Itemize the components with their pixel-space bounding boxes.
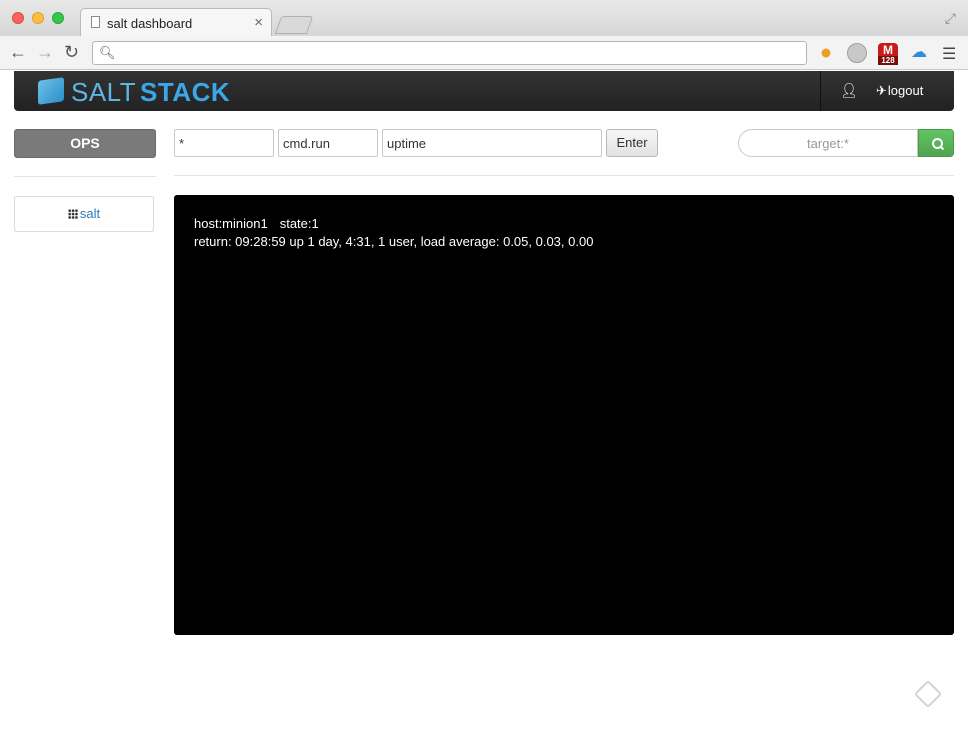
- arguments-input[interactable]: [382, 129, 602, 157]
- brand-salt[interactable]: SALT: [71, 77, 136, 108]
- fullscreen-icon[interactable]: ⤢: [945, 10, 956, 27]
- output-return-line: return: 09:28:59 up 1 day, 4:31, 1 user,…: [194, 234, 594, 249]
- gmail-letter: M: [883, 43, 893, 57]
- window-maximize-button[interactable]: [52, 12, 64, 24]
- ops-button[interactable]: OPS: [14, 129, 156, 158]
- sidebar-item-salt[interactable]: salt: [14, 196, 154, 232]
- brand-stack[interactable]: STACK: [140, 77, 230, 108]
- output-host-line: host:minion1 state:1: [194, 215, 934, 233]
- output-console: host:minion1 state:1 return: 09:28:59 up …: [174, 195, 954, 635]
- search-button[interactable]: [918, 129, 954, 157]
- navbar-divider: [820, 71, 821, 111]
- forward-icon[interactable]: →: [36, 42, 54, 62]
- user-icon[interactable]: 👤︎: [840, 82, 858, 99]
- globe-extension-icon[interactable]: [847, 43, 867, 63]
- enter-button[interactable]: Enter: [606, 129, 658, 157]
- logout-label: logout: [887, 83, 924, 98]
- watermark-icon: [913, 679, 943, 709]
- function-input[interactable]: [278, 129, 378, 157]
- search-icon-handle: [939, 145, 945, 151]
- window-minimize-button[interactable]: [32, 12, 44, 24]
- grid-icon: [67, 209, 78, 219]
- tab-close-icon[interactable]: ×: [254, 14, 263, 31]
- new-tab-button[interactable]: [274, 16, 314, 34]
- bug-extension-icon[interactable]: [816, 43, 836, 63]
- output-host: host:minion1: [194, 216, 268, 231]
- address-bar[interactable]: 🔍︎: [92, 41, 807, 65]
- target-search-input[interactable]: [738, 129, 918, 157]
- reload-icon[interactable]: ↻: [64, 42, 79, 62]
- browser-menu-icon[interactable]: ☰: [942, 44, 956, 64]
- browser-toolbar: ← → ↻ 🔍︎ M 128 ☁ ☰: [0, 36, 968, 70]
- search-icon: 🔍︎: [99, 45, 116, 60]
- logout-link[interactable]: ✈︎logout: [876, 83, 923, 99]
- output-state: state:1: [279, 216, 319, 231]
- target-input[interactable]: [174, 129, 274, 157]
- gmail-unread-badge: 128: [878, 56, 898, 65]
- sidebar-item-label: salt: [79, 206, 101, 221]
- tab-title: salt dashboard: [107, 16, 193, 31]
- gmail-extension-icon[interactable]: M 128: [878, 43, 898, 65]
- cloud-extension-icon[interactable]: ☁: [909, 43, 929, 63]
- app-navbar: SALT STACK 👤︎ ✈︎logout: [14, 71, 954, 111]
- window-close-button[interactable]: [12, 12, 24, 24]
- browser-titlebar: salt dashboard × ⤢: [0, 0, 968, 36]
- content-divider: [174, 175, 954, 176]
- sidebar-divider: [14, 176, 156, 177]
- browser-tab[interactable]: salt dashboard ×: [80, 8, 272, 36]
- plane-icon: ✈︎: [876, 83, 887, 98]
- saltstack-logo-icon: [38, 77, 64, 105]
- back-icon[interactable]: ←: [9, 42, 27, 62]
- page-icon: [91, 16, 100, 28]
